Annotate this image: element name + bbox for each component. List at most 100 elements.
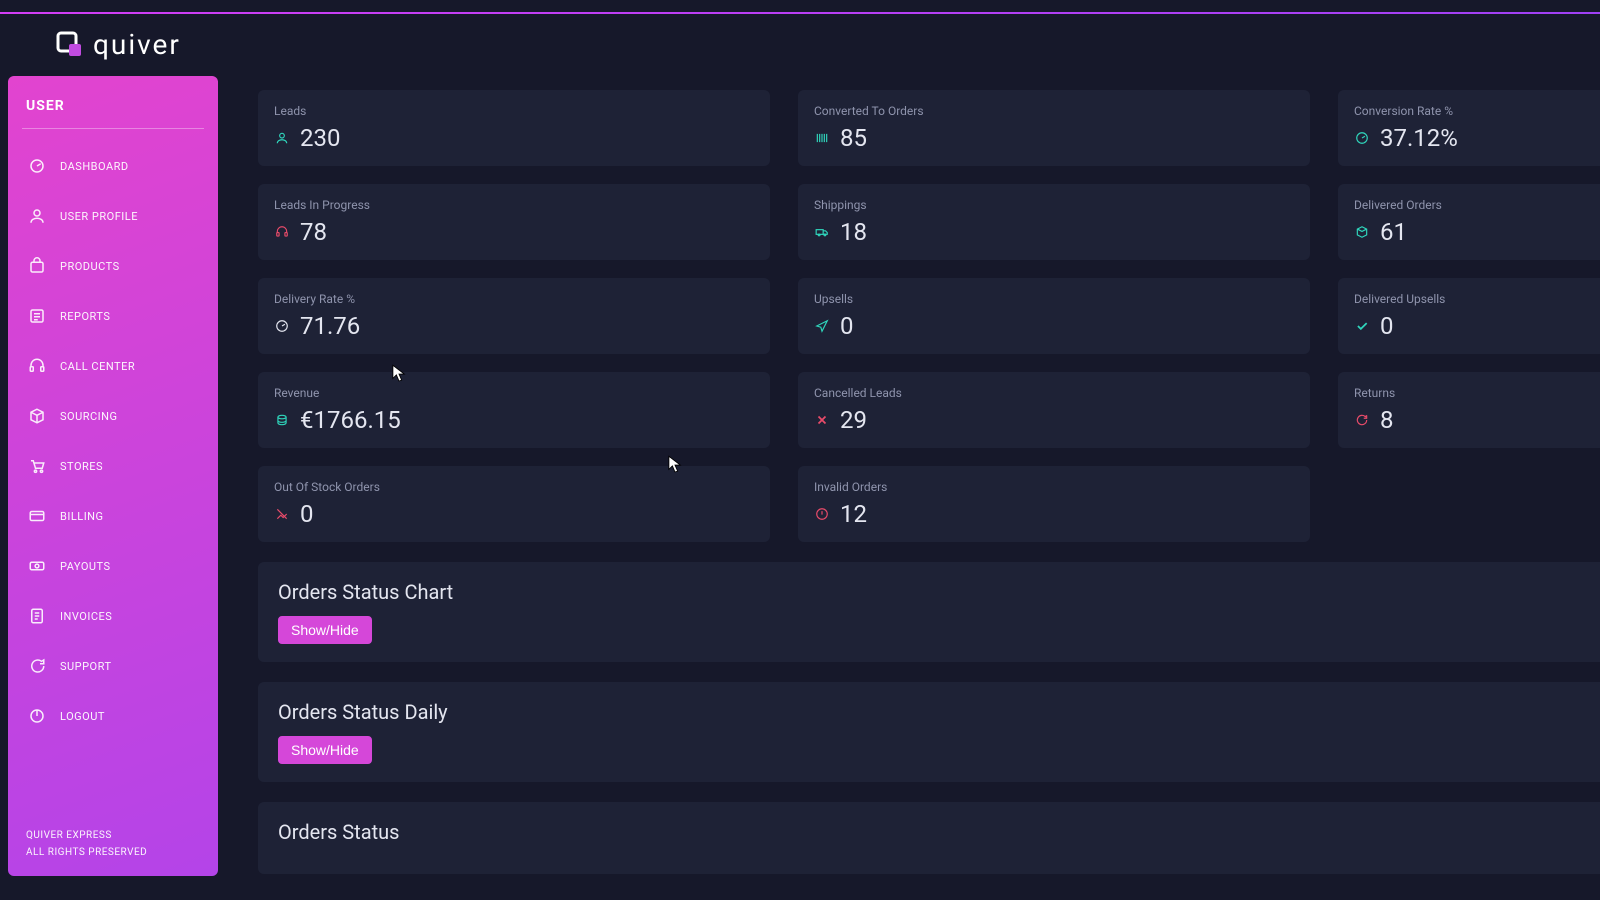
sidebar-item-sourcing[interactable]: SOURCING xyxy=(22,391,204,441)
report-icon xyxy=(28,307,46,325)
sidebar-item-user-profile[interactable]: USER PROFILE xyxy=(22,191,204,241)
box-icon xyxy=(1354,224,1370,240)
card-value: 71.76 xyxy=(300,312,360,340)
sidebar-item-label: PAYOUTS xyxy=(60,560,111,573)
card-value: 29 xyxy=(840,406,867,434)
sidebar-item-label: USER PROFILE xyxy=(60,210,138,223)
card-label: Out Of Stock Orders xyxy=(274,480,754,494)
sidebar-item-label: REPORTS xyxy=(60,310,110,323)
toggle-status-chart-button[interactable]: Show/Hide xyxy=(278,616,372,644)
card-value: 85 xyxy=(840,124,867,152)
cube-icon xyxy=(28,407,46,425)
logo-text: quiver xyxy=(93,28,181,61)
card-label: Revenue xyxy=(274,386,754,400)
user-icon xyxy=(28,207,46,225)
card-delivery-rate: Delivery Rate % 71.76 xyxy=(258,278,770,354)
alert-icon xyxy=(814,506,830,522)
barcode-icon xyxy=(814,130,830,146)
card-value: 18 xyxy=(840,218,867,246)
card-delivered: Delivered Orders 61 xyxy=(1338,184,1600,260)
footer-line-2: ALL RIGHTS PRESERVED xyxy=(26,847,147,858)
money-icon xyxy=(28,557,46,575)
card-conversion-rate: Conversion Rate % 37.12% xyxy=(1338,90,1600,166)
card-leads-progress: Leads In Progress 78 xyxy=(258,184,770,260)
headset-icon xyxy=(28,357,46,375)
top-accent-line xyxy=(0,12,1600,14)
card-label: Returns xyxy=(1354,386,1600,400)
footer-line-1: QUIVER EXPRESS xyxy=(26,830,147,841)
headset-icon xyxy=(274,224,290,240)
card-label: Shippings xyxy=(814,198,1294,212)
card-label: Invalid Orders xyxy=(814,480,1294,494)
sidebar-title: USER xyxy=(22,94,204,129)
card-icon xyxy=(28,507,46,525)
sidebar: USER DASHBOARD USER PROFILE PRODUCTS REP… xyxy=(8,76,218,876)
stats-grid: Leads 230 Converted To Orders 85 Convers… xyxy=(258,90,1600,542)
bag-icon xyxy=(28,257,46,275)
dashboard-icon xyxy=(28,157,46,175)
chat-icon xyxy=(28,657,46,675)
panel-title: Orders Status Daily xyxy=(278,700,1600,724)
card-shippings: Shippings 18 xyxy=(798,184,1310,260)
card-label: Delivery Rate % xyxy=(274,292,754,306)
card-revenue: Revenue €1766.15 xyxy=(258,372,770,448)
sidebar-item-logout[interactable]: LOGOUT xyxy=(22,691,204,741)
card-label: Leads In Progress xyxy=(274,198,754,212)
panel-title: Orders Status xyxy=(278,820,1600,844)
chart-broken-icon xyxy=(274,506,290,522)
main-content: Leads 230 Converted To Orders 85 Convers… xyxy=(258,90,1600,874)
card-cancelled: Cancelled Leads 29 xyxy=(798,372,1310,448)
x-icon xyxy=(814,412,830,428)
sidebar-item-label: SOURCING xyxy=(60,410,118,423)
user-icon xyxy=(274,130,290,146)
sidebar-item-support[interactable]: SUPPORT xyxy=(22,641,204,691)
sidebar-item-payouts[interactable]: PAYOUTS xyxy=(22,541,204,591)
panel-status-daily: Orders Status Daily Show/Hide xyxy=(258,682,1600,782)
card-value: 8 xyxy=(1380,406,1394,434)
sidebar-item-billing[interactable]: BILLING xyxy=(22,491,204,541)
sidebar-item-label: SUPPORT xyxy=(60,660,112,673)
gauge-icon xyxy=(274,318,290,334)
card-converted: Converted To Orders 85 xyxy=(798,90,1310,166)
card-invalid: Invalid Orders 12 xyxy=(798,466,1310,542)
send-icon xyxy=(814,318,830,334)
sidebar-item-label: INVOICES xyxy=(60,610,112,623)
sidebar-footer: QUIVER EXPRESS ALL RIGHTS PRESERVED xyxy=(26,824,147,858)
sidebar-item-invoices[interactable]: INVOICES xyxy=(22,591,204,641)
card-value: 78 xyxy=(300,218,327,246)
card-upsells: Upsells 0 xyxy=(798,278,1310,354)
sidebar-item-products[interactable]: PRODUCTS xyxy=(22,241,204,291)
card-delivered-upsells: Delivered Upsells 0 xyxy=(1338,278,1600,354)
sidebar-item-dashboard[interactable]: DASHBOARD xyxy=(22,141,204,191)
truck-icon xyxy=(814,224,830,240)
card-value: 230 xyxy=(300,124,340,152)
card-label: Leads xyxy=(274,104,754,118)
sidebar-item-label: CALL CENTER xyxy=(60,360,135,373)
sidebar-item-label: PRODUCTS xyxy=(60,260,120,273)
brand-logo: quiver xyxy=(55,28,181,61)
panel-status: Orders Status xyxy=(258,802,1600,874)
card-label: Converted To Orders xyxy=(814,104,1294,118)
gauge-icon xyxy=(1354,130,1370,146)
cart-icon xyxy=(28,457,46,475)
sidebar-item-call-center[interactable]: CALL CENTER xyxy=(22,341,204,391)
sidebar-item-label: DASHBOARD xyxy=(60,160,129,173)
card-value: 0 xyxy=(300,500,314,528)
card-returns: Returns 8 xyxy=(1338,372,1600,448)
sidebar-item-label: LOGOUT xyxy=(60,710,105,723)
power-icon xyxy=(28,707,46,725)
sidebar-item-stores[interactable]: STORES xyxy=(22,441,204,491)
sidebar-item-label: BILLING xyxy=(60,510,104,523)
invoice-icon xyxy=(28,607,46,625)
card-out-of-stock: Out Of Stock Orders 0 xyxy=(258,466,770,542)
card-value: 0 xyxy=(1380,312,1394,340)
sidebar-item-reports[interactable]: REPORTS xyxy=(22,291,204,341)
sidebar-item-label: STORES xyxy=(60,460,103,473)
toggle-status-daily-button[interactable]: Show/Hide xyxy=(278,736,372,764)
card-value: 0 xyxy=(840,312,854,340)
card-value: 61 xyxy=(1380,218,1407,246)
card-value: 12 xyxy=(840,500,867,528)
panel-title: Orders Status Chart xyxy=(278,580,1600,604)
logo-icon xyxy=(55,30,85,60)
card-leads: Leads 230 xyxy=(258,90,770,166)
